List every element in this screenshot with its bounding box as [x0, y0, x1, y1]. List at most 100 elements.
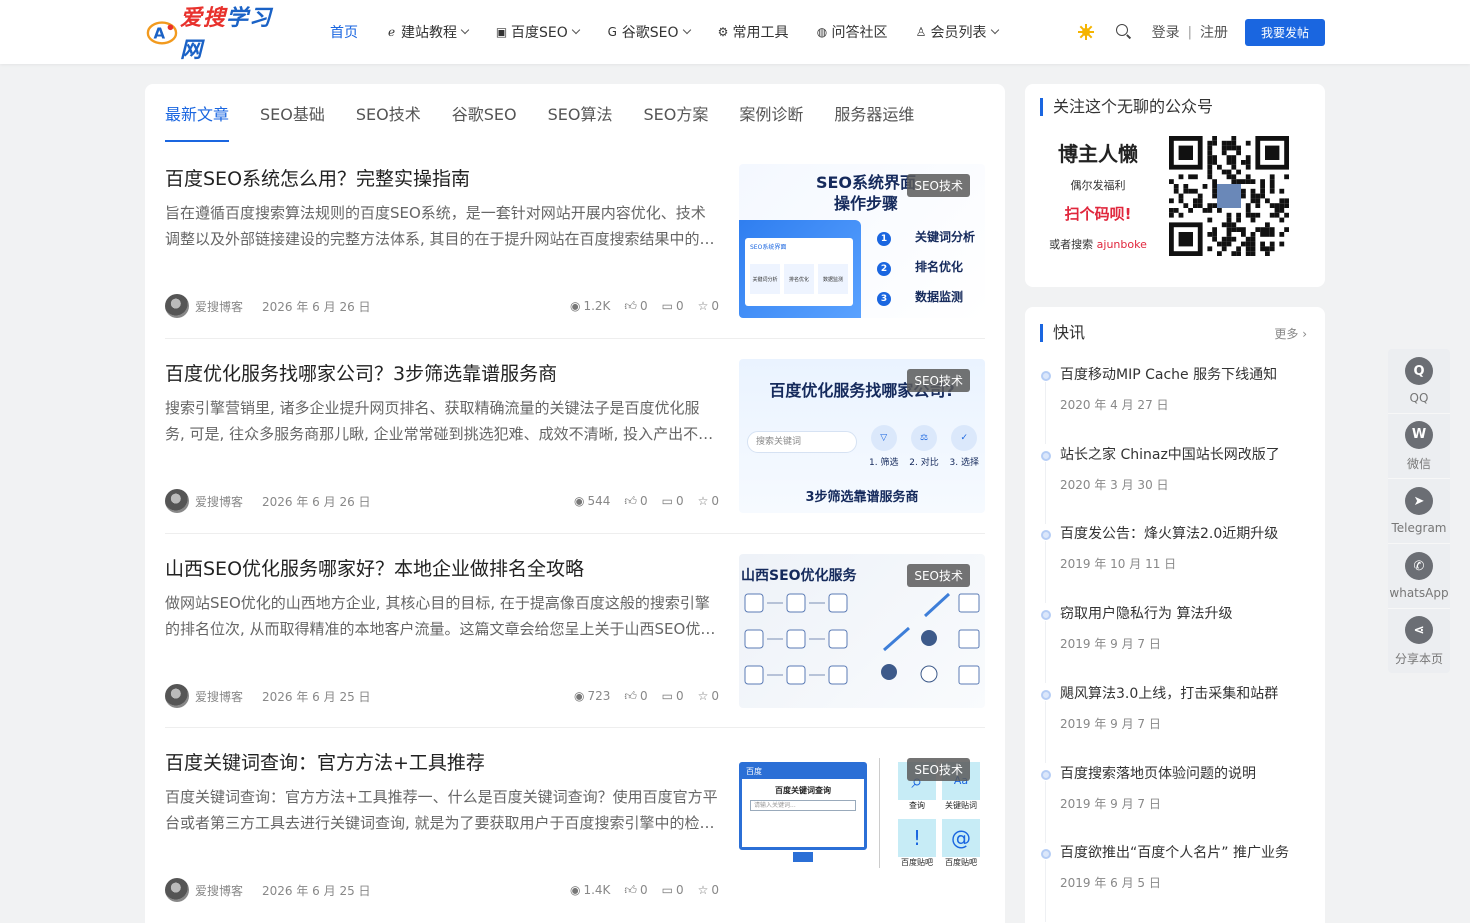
post-author[interactable]: 爱搜博客 [195, 882, 243, 899]
favorites-stat[interactable]: ☆ 0 [698, 299, 719, 313]
theme-toggle-icon[interactable] [1077, 24, 1094, 40]
author-avatar[interactable] [165, 294, 189, 318]
nav-label: 问答社区 [831, 25, 888, 41]
post-item[interactable]: 百度优化服务找哪家公司？3步筛选靠谱服务商 搜索引擎营销里, 诸多企业提升网页排… [165, 359, 985, 534]
timeline-line [1045, 382, 1046, 444]
post-title[interactable]: 百度SEO系统怎么用？完整实操指南 [165, 164, 470, 191]
star-icon: ☆ [697, 494, 709, 508]
favorites-count: 0 [711, 689, 719, 703]
register-link[interactable]: 注册 [1200, 22, 1228, 42]
post-thumbnail[interactable]: 百度优化服务找哪家公司? 搜索关键词 ▽ 1. 筛选 ⚖ 2. 对比 ✓ 3. 选择 … [739, 359, 985, 513]
float-qq-button[interactable]: Q QQ [1388, 349, 1450, 414]
category-badge[interactable]: SEO技术 [907, 758, 970, 781]
news-flash-title[interactable]: 百度欲推出“百度个人名片” 推广业务 [1060, 842, 1289, 862]
timeline-line [1045, 700, 1046, 763]
thumb-up-icon: 👍︎ [624, 493, 637, 508]
login-link[interactable]: 登录 [1152, 22, 1180, 42]
category-badge[interactable]: SEO技术 [907, 174, 970, 197]
timeline-line [1045, 621, 1046, 684]
category-tab[interactable]: 服务器运维 [834, 84, 914, 142]
likes-stat[interactable]: 👍︎ 0 [624, 883, 647, 898]
post-meta: 爱搜博客 2026 年 6 月 26 日 ◉ 544 👍︎ 0 ▭ 0 ☆ 0 [165, 489, 719, 513]
likes-stat[interactable]: 👍︎ 0 [624, 494, 647, 509]
likes-count: 0 [639, 299, 648, 313]
post-author[interactable]: 爱搜博客 [195, 298, 243, 315]
thumb-monitor-brand: 百度 [742, 765, 864, 779]
comments-stat[interactable]: ▭ 0 [662, 494, 684, 508]
thumb-ui-title: SEO系统界面 [750, 244, 787, 251]
float-label: QQ [1409, 391, 1429, 405]
site-logo[interactable]: A 爱搜学习网 [146, 5, 288, 63]
chevron-down-icon [990, 25, 999, 35]
comments-stat[interactable]: ▭ 0 [662, 689, 684, 703]
post-thumbnail[interactable]: 百度 百度关键词查询 请输入关键词... ⌕查询 Aa关键贴词 !百度贴吧 @百… [739, 748, 985, 902]
thumb-ui-card: 关键词分析 [750, 264, 780, 294]
nav-item[interactable]: 首页 [330, 0, 358, 64]
category-badge[interactable]: SEO技术 [907, 564, 970, 587]
favorites-stat[interactable]: ☆ 0 [698, 689, 719, 703]
float-wechat-button[interactable]: W 微信 [1388, 414, 1450, 479]
news-flash-title[interactable]: 飓风算法3.0上线，打击采集和站群 [1060, 683, 1278, 703]
news-flash-title[interactable]: 窃取用户隐私行为 算法升级 [1060, 603, 1232, 623]
scale-icon: ⚖ [910, 425, 937, 451]
author-avatar[interactable] [165, 878, 189, 902]
nav-item[interactable]: ▣ 百度SEO [495, 0, 581, 64]
follow-widget: 关注这个无聊的公众号 博主人懒 偶尔发福利 扫个码呗! 或者搜索 ajunbok… [1025, 84, 1325, 287]
news-flash-title[interactable]: 百度搜索落地页体验问题的说明 [1060, 763, 1256, 783]
logo-text: 爱搜学习网 [180, 0, 288, 64]
post-item[interactable]: 山西SEO优化服务哪家好？本地企业做排名全攻略 做网站SEO优化的山西地方企业,… [165, 554, 985, 729]
qq-icon: Q [1405, 357, 1433, 385]
post-item[interactable]: 百度关键词查询：官方方法+工具推荐 百度关键词查询：官方方法+工具推荐一、什么是… [165, 748, 985, 923]
share-icon: ⋖ [1405, 616, 1433, 644]
category-tab[interactable]: SEO方案 [644, 84, 709, 142]
post-item[interactable]: 百度SEO系统怎么用？完整实操指南 旨在遵循百度搜索算法规则的百度SEO系统，是… [165, 164, 985, 339]
category-badge[interactable]: SEO技术 [907, 369, 970, 392]
new-post-button[interactable]: 我要发帖 [1245, 18, 1325, 46]
post-thumbnail[interactable]: 山西SEO优化服务 SEO技术 [739, 554, 985, 708]
post-title[interactable]: 百度优化服务找哪家公司？3步筛选靠谱服务商 [165, 359, 557, 386]
thumb-panel-input: 请输入关键词... [750, 800, 856, 811]
news-flash-title[interactable]: 百度移动MIP Cache 服务下线通知 [1060, 364, 1277, 384]
category-tab[interactable]: SEO算法 [548, 84, 613, 142]
comments-count: 0 [675, 883, 684, 897]
news-flash-title[interactable]: 站长之家 Chinaz中国站长网改版了 [1060, 444, 1280, 464]
category-tab[interactable]: 谷歌SEO [452, 84, 517, 142]
post-title[interactable]: 百度关键词查询：官方方法+工具推荐 [165, 748, 485, 775]
favorites-stat[interactable]: ☆ 0 [698, 883, 719, 897]
more-news-link[interactable]: 更多 › [1274, 325, 1307, 342]
float-label: 分享本页 [1394, 652, 1443, 666]
comments-stat[interactable]: ▭ 0 [662, 299, 684, 313]
search-icon[interactable] [1115, 24, 1132, 40]
nav-item[interactable]: ◍ 问答社区 [816, 0, 888, 64]
likes-stat[interactable]: 👍︎ 0 [624, 689, 647, 704]
category-tab[interactable]: SEO技术 [356, 84, 421, 142]
float-telegram-button[interactable]: ➤ Telegram [1388, 479, 1450, 544]
category-tab[interactable]: SEO基础 [260, 84, 325, 142]
likes-stat[interactable]: 👍︎ 0 [624, 299, 647, 314]
nav-item[interactable]: ♙ 会员列表 [915, 0, 999, 64]
float-whatsapp-button[interactable]: ✆ whatsApp [1388, 544, 1450, 609]
chevron-down-icon [571, 25, 581, 35]
category-tab[interactable]: 最新文章 [165, 84, 230, 142]
post-excerpt: 做网站SEO优化的山西地方企业, 其核心目的目标, 在于提高像百度这般的搜索引擎… [165, 594, 716, 638]
views-count: 723 [587, 689, 611, 703]
post-thumbnail[interactable]: SEO系统界面 操作步骤 SEO系统界面 关键词分析 排名优化 数据监测 1 关键词… [739, 164, 985, 318]
author-avatar[interactable] [165, 684, 189, 708]
float-share-button[interactable]: ⋖ 分享本页 [1388, 609, 1450, 674]
category-tab[interactable]: 案例诊断 [739, 84, 803, 142]
thumb-step: 数据监测 [915, 290, 964, 304]
nav-item[interactable]: G 谷歌SEO [606, 0, 691, 64]
thumb-step-num: 1 [877, 232, 891, 246]
views-stat: ◉ 723 [574, 689, 610, 703]
nav-item[interactable]: ⚙ 常用工具 [717, 0, 789, 64]
nav-item[interactable]: ℯ 建站教程 [385, 0, 470, 64]
post-author[interactable]: 爱搜博客 [195, 688, 243, 705]
news-flash-title[interactable]: 百度发公告：烽火算法2.0近期升级 [1060, 523, 1278, 543]
post-author[interactable]: 爱搜博客 [195, 493, 243, 510]
thumb-step: 排名优化 [915, 260, 964, 274]
post-title[interactable]: 山西SEO优化服务哪家好？本地企业做排名全攻略 [165, 554, 584, 581]
nav-icon: ℯ [387, 25, 396, 39]
comments-stat[interactable]: ▭ 0 [662, 883, 684, 897]
author-avatar[interactable] [165, 489, 189, 513]
favorites-stat[interactable]: ☆ 0 [698, 494, 719, 508]
